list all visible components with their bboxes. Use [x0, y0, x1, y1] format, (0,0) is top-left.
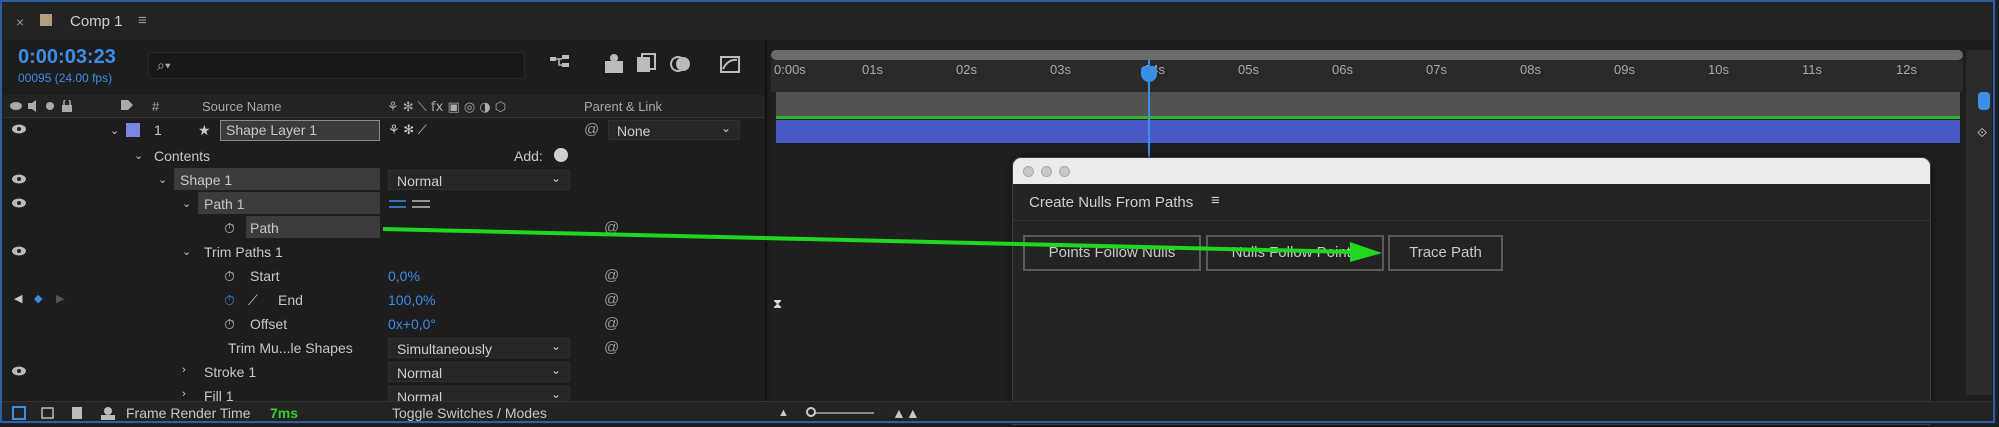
zoom-out-icon[interactable]: ▲ — [778, 407, 789, 419]
zoom-in-icon[interactable]: ▲▲ — [892, 405, 920, 421]
toggle-switches-modes-button[interactable]: Toggle Switches / Modes — [392, 405, 547, 421]
zoom-slider-thumb[interactable] — [806, 407, 816, 417]
frame-render-time-value: 7ms — [270, 405, 299, 421]
annotation-arrow — [382, 227, 1382, 262]
zoom-slider[interactable] — [812, 412, 874, 414]
frame-render-time-label: Frame Render Time — [126, 405, 251, 421]
bottom-toggle-icons[interactable] — [12, 405, 120, 421]
timeline-bottom-bar: Frame Render Time 7ms Toggle Switches / … — [2, 401, 1997, 424]
